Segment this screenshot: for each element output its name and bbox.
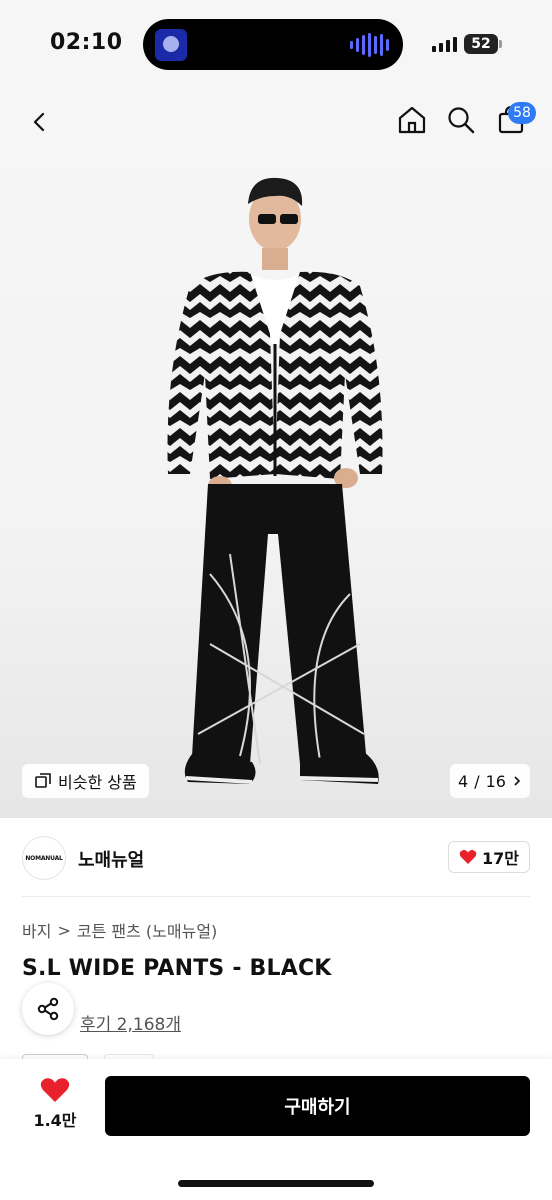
home-indicator <box>178 1180 374 1187</box>
brand-name[interactable]: 노매뉴얼 <box>78 846 144 872</box>
status-time: 02:10 <box>50 30 123 55</box>
battery-icon: 52 <box>464 34 502 54</box>
similar-products-label: 비슷한 상품 <box>58 773 137 792</box>
share-button[interactable] <box>22 983 74 1035</box>
search-button[interactable] <box>443 102 479 138</box>
image-page-indicator[interactable]: 4 / 16 <box>450 764 530 798</box>
heart-icon <box>40 1078 70 1102</box>
brand-row[interactable]: NOMANUAL 노매뉴얼 17만 <box>22 836 530 880</box>
similar-products-button[interactable]: 비슷한 상품 <box>22 764 149 798</box>
page-separator: / <box>474 771 480 791</box>
breadcrumb: 바지 > 코튼 팬츠 (노매뉴얼) <box>22 918 217 942</box>
brand-logo-text: NOMANUAL <box>25 854 63 862</box>
buy-button[interactable]: 구매하기 <box>105 1076 530 1136</box>
heart-icon <box>459 850 477 864</box>
breadcrumb-item-subcategory[interactable]: 코튼 팬츠 (노매뉴얼) <box>77 918 217 942</box>
share-icon <box>37 997 59 1021</box>
product-title: S.L WIDE PANTS - BLACK <box>22 956 332 981</box>
page-total: 16 <box>485 771 506 791</box>
home-icon <box>398 106 426 134</box>
breadcrumb-item-category[interactable]: 바지 <box>22 918 51 942</box>
wishlist-button[interactable]: 1.4만 <box>20 1077 90 1137</box>
chevron-right-icon <box>514 776 521 786</box>
product-model-photo <box>167 177 383 784</box>
back-button[interactable] <box>22 104 58 140</box>
audio-wave-icon <box>350 33 389 57</box>
home-button[interactable] <box>394 102 430 138</box>
product-image-carousel[interactable]: 58 비슷한 상품 4 / 16 <box>0 90 552 818</box>
brand-like-count: 17만 <box>482 849 519 868</box>
cellular-signal-icon <box>432 36 457 52</box>
status-bar: 02:10 52 <box>0 0 552 90</box>
wishlist-count: 1.4만 <box>33 1111 77 1130</box>
divider <box>22 896 530 897</box>
breadcrumb-separator: > <box>57 920 71 940</box>
dynamic-island[interactable] <box>143 19 403 70</box>
cart-count-badge: 58 <box>508 102 536 124</box>
brand-logo[interactable]: NOMANUAL <box>22 836 66 880</box>
search-icon <box>448 107 475 134</box>
now-playing-artwork <box>155 29 187 61</box>
brand-like-button[interactable]: 17만 <box>448 841 530 873</box>
review-link[interactable]: 후기 2,168개 <box>80 1010 181 1035</box>
bottom-action-bar: 1.4만 구매하기 <box>0 1059 552 1200</box>
page-current: 4 <box>458 771 469 791</box>
chevron-left-icon <box>33 112 45 132</box>
similar-items-icon <box>35 773 51 788</box>
